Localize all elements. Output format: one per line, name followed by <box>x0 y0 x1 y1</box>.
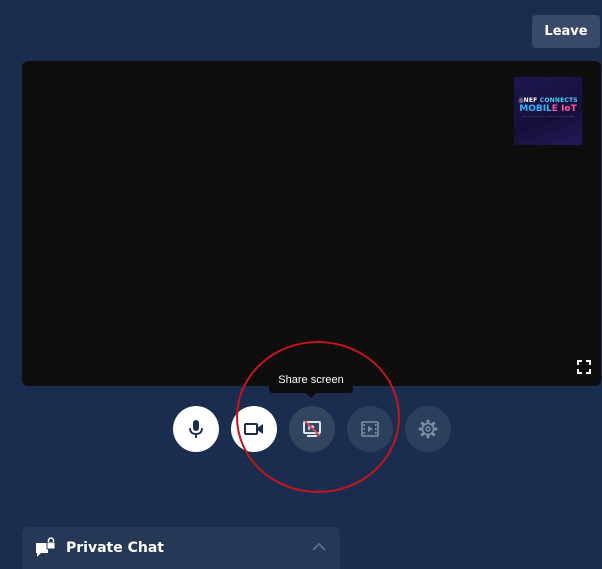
thumbnail-logo-line1: ◎NEF CONNECTS <box>518 97 578 104</box>
video-stage: ◎NEF CONNECTS MOBILE IoT ~~ ~~~ ~~~ ~~~ … <box>22 61 601 386</box>
camera-icon <box>244 423 263 435</box>
video-frame-icon <box>361 421 379 437</box>
media-button[interactable] <box>347 406 393 452</box>
mic-button[interactable] <box>173 406 219 452</box>
private-chat-panel[interactable]: Private Chat <box>22 527 340 569</box>
thumbnail-logo-line2: MOBILE IoT <box>519 104 577 114</box>
fullscreen-icon[interactable] <box>577 360 591 374</box>
private-chat-title: Private Chat <box>66 540 164 556</box>
thumbnail-logo-line3: ~~ ~~~ ~~~ ~~~ ~~~~~~~~ <box>522 114 574 118</box>
camera-button[interactable] <box>231 406 277 452</box>
share-screen-button[interactable] <box>289 406 335 452</box>
settings-button[interactable] <box>405 406 451 452</box>
screen-share-off-icon <box>303 420 321 437</box>
microphone-icon <box>189 420 203 438</box>
leave-button[interactable]: Leave <box>532 15 600 48</box>
lock-chat-icon <box>36 537 56 557</box>
gear-icon <box>418 419 438 439</box>
share-screen-tooltip: Share screen <box>269 366 353 398</box>
participant-thumbnail[interactable]: ◎NEF CONNECTS MOBILE IoT ~~ ~~~ ~~~ ~~~ … <box>514 77 582 145</box>
chevron-up-icon[interactable] <box>312 542 326 552</box>
